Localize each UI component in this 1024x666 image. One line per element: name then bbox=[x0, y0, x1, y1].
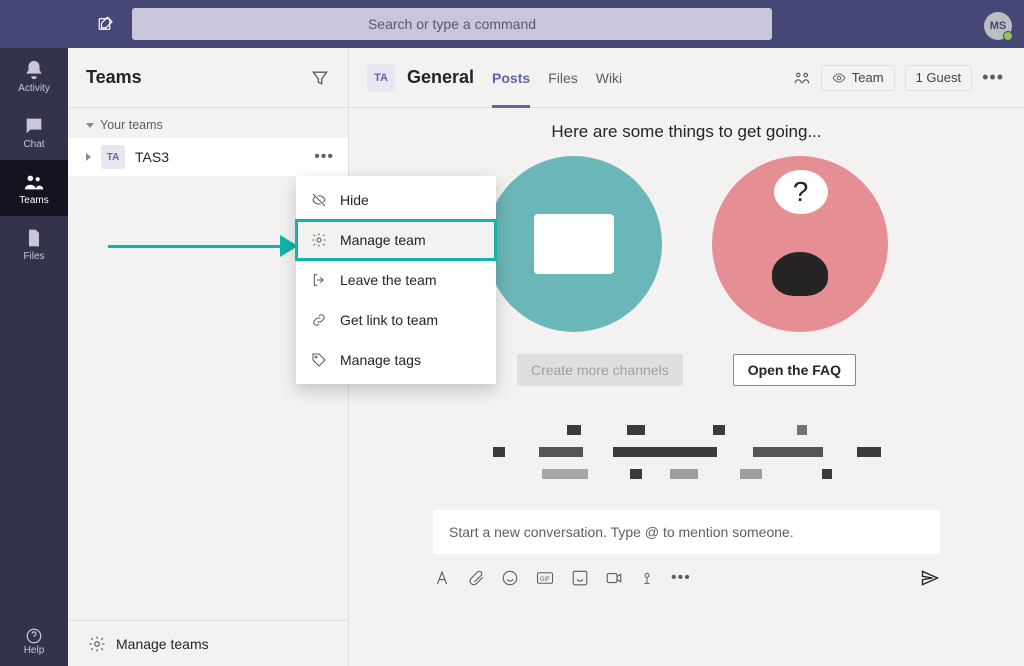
team-row-tas3[interactable]: TA TAS3 ••• bbox=[68, 138, 348, 176]
format-icon[interactable] bbox=[433, 569, 451, 587]
sticker-icon[interactable] bbox=[571, 569, 589, 587]
link-icon bbox=[310, 311, 328, 329]
svg-text:GIF: GIF bbox=[540, 577, 550, 583]
team-avatar: TA bbox=[101, 145, 125, 169]
ctx-label: Get link to team bbox=[340, 312, 438, 328]
tab-files[interactable]: Files bbox=[548, 48, 578, 108]
channel-tabs: Posts Files Wiki bbox=[492, 48, 622, 108]
tag-icon bbox=[310, 351, 328, 369]
ctx-label: Manage team bbox=[340, 232, 426, 248]
ctx-leave-team[interactable]: Leave the team bbox=[296, 260, 496, 300]
rail-label: Chat bbox=[23, 139, 44, 150]
team-context-menu: Hide Manage team Leave the team Get link… bbox=[296, 176, 496, 384]
avatar[interactable]: MS bbox=[984, 12, 1012, 40]
org-icon[interactable] bbox=[793, 69, 811, 87]
ctx-label: Leave the team bbox=[340, 272, 437, 288]
eye-icon bbox=[832, 71, 846, 85]
ctx-label: Manage tags bbox=[340, 352, 421, 368]
rail-label: Teams bbox=[19, 195, 48, 206]
compose-input[interactable]: Start a new conversation. Type @ to ment… bbox=[433, 510, 940, 554]
create-channels-button[interactable]: Create more channels bbox=[517, 354, 683, 386]
caret-down-icon bbox=[86, 123, 94, 128]
card-illustration-channels bbox=[486, 156, 662, 332]
guest-pill[interactable]: 1 Guest bbox=[905, 65, 973, 91]
annotation-arrow bbox=[108, 235, 298, 259]
teams-group-label[interactable]: Your teams bbox=[68, 108, 348, 138]
team-more-icon[interactable]: ••• bbox=[314, 148, 334, 166]
rail-help-label: Help bbox=[24, 645, 45, 656]
compose-toolbar: GIF ••• bbox=[433, 562, 940, 594]
stream-icon[interactable] bbox=[639, 569, 655, 587]
attach-icon[interactable] bbox=[467, 569, 485, 587]
rail-label: Files bbox=[23, 251, 44, 262]
rail-files[interactable]: Files bbox=[0, 216, 68, 272]
app-rail: Activity Chat Teams Files Help bbox=[0, 48, 68, 666]
hide-icon bbox=[310, 191, 328, 209]
channel-name: General bbox=[407, 67, 474, 88]
visibility-pill[interactable]: Team bbox=[821, 65, 895, 91]
gear-icon bbox=[88, 635, 106, 653]
card-illustration-faq bbox=[712, 156, 888, 332]
send-icon[interactable] bbox=[920, 568, 940, 588]
channel-avatar: TA bbox=[367, 64, 395, 92]
team-name: TAS3 bbox=[135, 149, 169, 165]
filter-icon[interactable] bbox=[310, 68, 330, 88]
gif-icon[interactable]: GIF bbox=[535, 569, 555, 587]
emoji-icon[interactable] bbox=[501, 569, 519, 587]
rail-label: Activity bbox=[18, 83, 50, 94]
ctx-get-link[interactable]: Get link to team bbox=[296, 300, 496, 340]
tab-wiki[interactable]: Wiki bbox=[596, 48, 622, 108]
titlebar: Search or type a command MS bbox=[0, 0, 1024, 48]
rail-chat[interactable]: Chat bbox=[0, 104, 68, 160]
manage-teams-label: Manage teams bbox=[116, 636, 209, 652]
manage-teams-button[interactable]: Manage teams bbox=[68, 620, 348, 666]
meet-icon[interactable] bbox=[605, 569, 623, 587]
group-label-text: Your teams bbox=[100, 118, 163, 132]
gear-icon bbox=[310, 231, 328, 249]
ctx-manage-team[interactable]: Manage team bbox=[296, 220, 496, 260]
caret-right-icon bbox=[86, 153, 91, 161]
presence-badge bbox=[1003, 31, 1013, 41]
tab-posts[interactable]: Posts bbox=[492, 48, 530, 108]
avatar-initials: MS bbox=[990, 20, 1007, 32]
rail-activity[interactable]: Activity bbox=[0, 48, 68, 104]
rail-teams[interactable]: Teams bbox=[0, 160, 68, 216]
ctx-label: Hide bbox=[340, 192, 369, 208]
redacted-content bbox=[389, 404, 984, 500]
rail-help[interactable]: Help bbox=[0, 616, 68, 666]
ctx-hide[interactable]: Hide bbox=[296, 180, 496, 220]
channel-header: TA General Posts Files Wiki Team 1 Guest… bbox=[349, 48, 1024, 108]
ctx-manage-tags[interactable]: Manage tags bbox=[296, 340, 496, 380]
panel-title: Teams bbox=[86, 67, 142, 88]
visibility-label: Team bbox=[852, 70, 884, 85]
compose-icon[interactable] bbox=[96, 14, 116, 34]
compose-more-icon[interactable]: ••• bbox=[671, 569, 691, 587]
channel-more-icon[interactable]: ••• bbox=[982, 67, 1004, 88]
getting-started-hint: Here are some things to get going... bbox=[349, 108, 1024, 146]
panel-header: Teams bbox=[68, 48, 348, 108]
open-faq-button[interactable]: Open the FAQ bbox=[733, 354, 856, 386]
search-input[interactable]: Search or type a command bbox=[132, 8, 772, 40]
leave-icon bbox=[310, 271, 328, 289]
